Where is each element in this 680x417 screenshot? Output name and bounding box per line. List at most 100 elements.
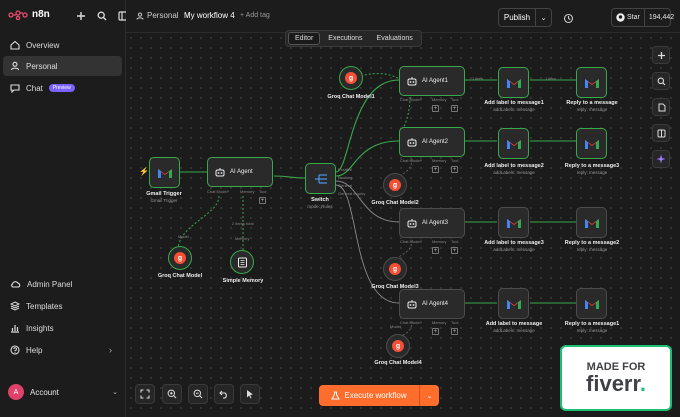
add-memory-button[interactable]: + <box>432 328 439 335</box>
tab-editor[interactable]: Editor <box>288 32 321 45</box>
search-icon[interactable] <box>95 9 108 22</box>
ai-assistant-button[interactable] <box>652 150 670 168</box>
chevron-down-icon[interactable]: ⌄ <box>535 9 551 26</box>
add-tool-button[interactable]: + <box>259 197 266 204</box>
node-title: AI Agent1 <box>422 78 449 84</box>
fiverr-wordmark: fiverr <box>586 371 640 396</box>
sidebar-item-personal[interactable]: Personal <box>3 56 122 76</box>
ai-agent4-node[interactable]: AI Agent4 <box>399 289 465 319</box>
plus-icon <box>657 51 665 59</box>
groq-icon: g <box>389 263 401 275</box>
add-label-node-4[interactable] <box>498 288 529 319</box>
chevron-down-icon[interactable]: ⌄ <box>419 385 439 406</box>
view-tabs: Editor Executions Evaluations <box>285 30 422 47</box>
undo-button[interactable] <box>214 384 234 404</box>
gmail-icon <box>584 299 599 309</box>
sidebar-item-label: Templates <box>26 301 63 311</box>
github-star-button[interactable]: Star 194,442 <box>611 8 674 27</box>
groq-chat-model3-node[interactable]: g <box>383 257 407 281</box>
history-icon[interactable] <box>563 11 574 29</box>
node-title: Gmail Trigger <box>146 191 182 197</box>
github-star: Star <box>612 9 645 26</box>
gmail-icon <box>584 218 599 228</box>
zoom-in-button[interactable] <box>162 384 182 404</box>
port-label: Tool <box>451 158 459 163</box>
add-tag-button[interactable]: + Add tag <box>240 12 270 19</box>
sidebar-item-help[interactable]: Help › <box>3 340 122 360</box>
gmail-icon <box>506 218 521 228</box>
memory-icon <box>237 257 247 267</box>
plus-icon[interactable] <box>74 9 87 22</box>
sidebar-item-overview[interactable]: Overview <box>3 35 122 55</box>
groq-chat-model1-node[interactable]: g <box>339 66 363 90</box>
add-label-node-2[interactable] <box>498 128 529 159</box>
workflow-name[interactable]: My workflow 4 <box>184 11 235 20</box>
execute-workflow-button[interactable]: Execute workflow ⌄ <box>319 385 439 406</box>
sticky-note-button[interactable] <box>652 98 670 116</box>
breadcrumb-project[interactable]: Personal <box>147 11 179 20</box>
groq-chat-model2-node[interactable]: g <box>383 173 407 197</box>
node-subtitle: reply: message <box>576 107 608 112</box>
sidebar-item-label: Chat <box>26 83 43 93</box>
switch-output: General <box>338 183 353 188</box>
breadcrumb[interactable]: Personal / <box>136 11 189 20</box>
add-tool-button[interactable]: + <box>451 247 458 254</box>
reply-node-3[interactable] <box>576 207 607 238</box>
add-tool-button[interactable]: + <box>451 105 458 112</box>
gmail-icon <box>506 139 521 149</box>
add-label-node-3[interactable] <box>498 207 529 238</box>
sidebar-item-admin-panel[interactable]: Admin Panel <box>3 274 122 294</box>
sidebar-item-insights[interactable]: Insights <box>3 318 122 338</box>
account-menu[interactable]: A Account ⌄ <box>8 384 118 400</box>
ai-agent2-node[interactable]: AI Agent2 <box>399 127 465 157</box>
ai-agent1-node[interactable]: AI Agent1 <box>399 66 465 96</box>
simple-memory-node[interactable] <box>230 250 254 274</box>
user-icon <box>10 61 20 71</box>
select-tool-button[interactable] <box>240 384 260 404</box>
add-memory-button[interactable]: + <box>432 247 439 254</box>
fit-view-button[interactable] <box>135 384 155 404</box>
node-title: Add label to message1 <box>484 100 544 106</box>
reply-node-2[interactable] <box>576 128 607 159</box>
zoom-out-button[interactable] <box>188 384 208 404</box>
port-label: Memory <box>432 239 447 244</box>
add-tool-button[interactable]: + <box>451 166 458 173</box>
node-title: Reply to a message1 <box>564 321 620 327</box>
add-tool-button[interactable]: + <box>451 328 458 335</box>
brand-logo[interactable]: n8n <box>8 9 50 20</box>
chat-icon <box>10 84 20 93</box>
publish-button[interactable]: Publish ⌄ <box>498 8 552 27</box>
panel-toggle-button[interactable] <box>652 124 670 142</box>
chevron-right-icon: › <box>109 345 112 355</box>
sidebar-item-chat[interactable]: Chat Preview <box>3 78 122 98</box>
port-label: Tool <box>259 189 267 194</box>
tab-executions[interactable]: Executions <box>322 33 368 44</box>
fiverr-logo: fiverr. <box>586 373 646 395</box>
node-title: Switch <box>311 197 329 203</box>
port-label: Chat Model* <box>400 97 423 102</box>
tab-evaluations[interactable]: Evaluations <box>371 33 419 44</box>
chevron-down-icon: ⌄ <box>112 389 118 396</box>
ai-agent-node[interactable]: AI Agent <box>207 157 273 187</box>
port-label: Chat Model* <box>400 320 423 325</box>
gmail-trigger-node[interactable] <box>149 157 180 188</box>
sidebar-item-templates[interactable]: Templates <box>3 296 122 316</box>
reply-node-1[interactable] <box>576 67 607 98</box>
add-node-button[interactable] <box>652 46 670 64</box>
add-memory-button[interactable]: + <box>432 166 439 173</box>
add-memory-button[interactable]: + <box>432 105 439 112</box>
groq-chat-model-node[interactable]: g <box>168 246 192 270</box>
account-label: Account <box>30 387 59 397</box>
ai-agent3-node[interactable]: AI Agent3 <box>399 208 465 238</box>
node-subtitle: reply: message <box>576 170 608 175</box>
robot-icon <box>407 218 417 227</box>
add-label-node-1[interactable] <box>498 67 529 98</box>
switch-node[interactable] <box>305 163 336 194</box>
github-icon <box>616 13 625 22</box>
search-nodes-button[interactable] <box>652 72 670 90</box>
groq-chat-model4-node[interactable]: g <box>386 334 410 358</box>
node-subtitle: reply: message <box>576 328 608 333</box>
reply-node-4[interactable] <box>576 288 607 319</box>
node-title: Add label to message3 <box>484 240 544 246</box>
node-title: Reply to a message3 <box>564 163 620 169</box>
